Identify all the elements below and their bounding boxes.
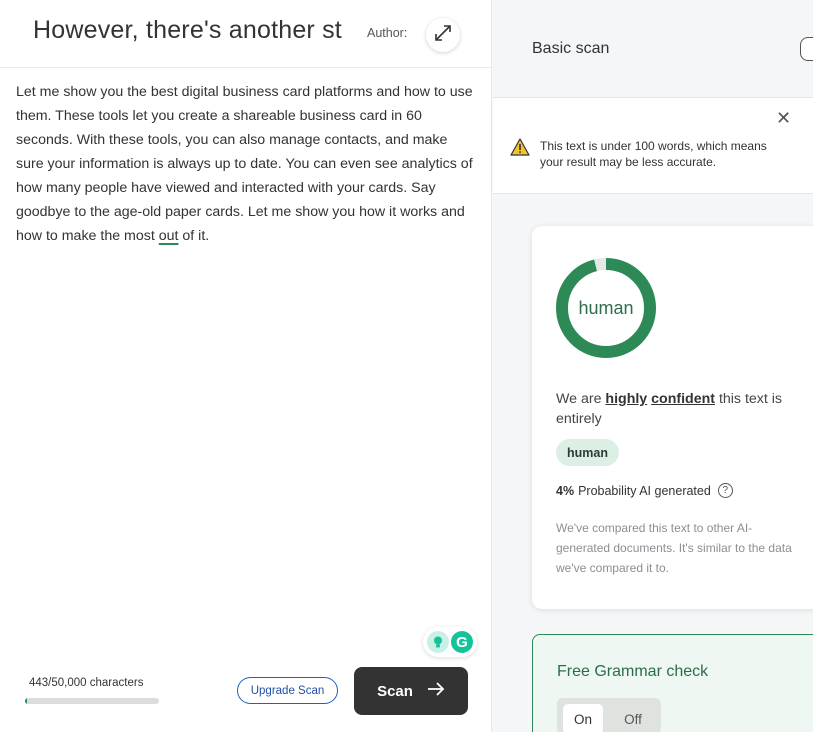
document-text: Let me show you the best digital busines… <box>16 84 473 244</box>
ai-probability-value: 4% <box>556 483 575 498</box>
header-control[interactable] <box>800 37 813 61</box>
human-badge: human <box>556 439 619 466</box>
expand-arrows-icon <box>434 24 452 47</box>
document-text-end: of it. <box>178 228 210 244</box>
toggle-on-option[interactable]: On <box>563 704 603 732</box>
grammar-toggle[interactable]: On Off <box>557 698 661 732</box>
warning-text: This text is under 100 words, which mean… <box>540 139 767 169</box>
grammar-check-card: Free Grammar check On Off <box>532 634 813 732</box>
confidence-statement: We are highly confident this text is ent… <box>556 389 813 429</box>
toggle-off-option[interactable]: Off <box>613 704 653 732</box>
character-progress-bar <box>25 698 159 704</box>
upgrade-scan-button[interactable]: Upgrade Scan <box>237 677 338 704</box>
lightbulb-icon[interactable] <box>427 631 449 653</box>
confident-link[interactable]: confident <box>651 391 715 407</box>
ai-probability: 4% Probability AI generated ? <box>556 483 733 498</box>
donut-label: human <box>578 297 634 318</box>
author-label: Author: <box>367 26 408 40</box>
comparison-note: We've compared this text to other AI-gen… <box>556 521 792 575</box>
warning-banner: ✕ This text is under 100 words, which me… <box>493 98 813 194</box>
result-card: human We are highly confident this text … <box>532 226 813 609</box>
question-circle-icon[interactable]: ? <box>717 483 733 498</box>
expand-button[interactable] <box>426 18 460 52</box>
ai-probability-label: Probability AI generated <box>578 483 711 498</box>
editor-header: However, there's another st Author: <box>0 0 492 68</box>
character-progress-fill <box>25 698 27 704</box>
character-count: 443/50,000 characters <box>29 677 144 689</box>
editor-panel: However, there's another st Author: Let … <box>0 0 492 732</box>
scan-button[interactable]: Scan <box>354 667 468 715</box>
confidence-prefix: We are <box>556 391 606 407</box>
arrow-right-icon <box>427 682 445 700</box>
close-icon[interactable]: ✕ <box>776 108 791 129</box>
highly-link[interactable]: highly <box>605 391 647 407</box>
document-text-area[interactable]: Let me show you the best digital busines… <box>16 80 478 248</box>
results-header: Basic scan <box>493 0 813 98</box>
document-title[interactable]: However, there's another st <box>33 16 353 45</box>
grammar-suggestion-word[interactable]: out <box>159 228 179 244</box>
warning-triangle-icon <box>510 138 530 161</box>
grammarly-g-icon[interactable]: G <box>451 631 473 653</box>
results-title: Basic scan <box>532 40 610 57</box>
scan-button-label: Scan <box>377 682 413 700</box>
grammarly-widget[interactable]: G <box>423 627 477 657</box>
grammar-check-title: Free Grammar check <box>557 663 709 680</box>
